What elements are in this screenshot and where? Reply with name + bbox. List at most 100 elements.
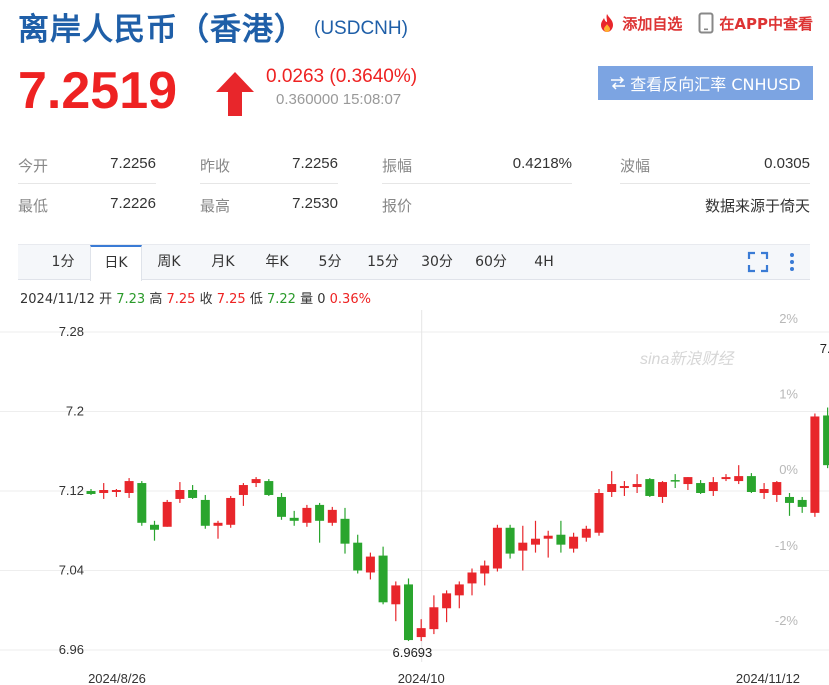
candle-body xyxy=(721,477,731,480)
candle-body xyxy=(124,481,134,493)
candle-body xyxy=(480,565,490,574)
candle-body xyxy=(86,491,96,494)
candle-body xyxy=(416,628,426,638)
y-tick-label: 6.96 xyxy=(59,642,84,657)
amplitude-label: 振幅 xyxy=(382,157,413,175)
tab-monthly[interactable]: 月K xyxy=(200,245,246,280)
add-watchlist-button[interactable]: 添加自选 xyxy=(597,13,682,34)
header: 离岸人民币（香港） (USDCNH) 添加自选 在APP中查看 xyxy=(18,4,813,48)
y-tick-label: 7.12 xyxy=(59,483,84,498)
candle-body xyxy=(619,486,629,489)
open-in-app-button[interactable]: 在APP中查看 xyxy=(698,12,813,34)
period-tabs: 1分 日K 周K 月K 年K 5分 15分 30分 60分 4H xyxy=(18,244,810,281)
candle-body xyxy=(200,499,210,526)
ohlc-info: 2024/11/12 开 7.23 高 7.25 收 7.25 低 7.22 量… xyxy=(20,288,371,307)
candle-body xyxy=(823,415,829,466)
tab-5min[interactable]: 5分 xyxy=(308,245,352,280)
tab-4h[interactable]: 4H xyxy=(522,245,566,280)
low-value: 7.2226 xyxy=(110,195,156,212)
pct-tick-label: -2% xyxy=(775,613,799,628)
tab-weekly[interactable]: 周K xyxy=(146,245,192,280)
tab-60min[interactable]: 60分 xyxy=(468,245,514,280)
fullscreen-icon[interactable] xyxy=(747,251,769,273)
more-options-icon[interactable] xyxy=(782,251,802,273)
last-price: 7.2519 xyxy=(18,62,178,120)
candle-body xyxy=(251,479,261,484)
page-title: 离岸人民币（香港） xyxy=(18,12,306,48)
open-label: 今开 xyxy=(18,157,49,175)
x-tick-label: 2024/8/26 xyxy=(88,671,146,685)
divider xyxy=(620,183,810,184)
candle-body xyxy=(150,524,159,530)
ohlc-pct: 0.36% xyxy=(329,292,371,307)
candle-body xyxy=(645,479,655,496)
candle-body xyxy=(696,483,706,493)
candle-body xyxy=(99,490,109,493)
candle-body xyxy=(391,585,401,605)
candle-body xyxy=(404,584,413,641)
range-value: 0.0305 xyxy=(764,155,810,172)
candle-body xyxy=(454,584,464,596)
candle-body xyxy=(581,528,591,538)
ohlc-date: 2024/11/12 xyxy=(20,292,95,307)
stats-row: 今开 7.2256 昨收 7.2256 振幅 0.4218% 波幅 0.0305 xyxy=(18,146,810,184)
quote-subline: 0.360000 15:08:07 xyxy=(276,91,401,108)
candle-body xyxy=(315,504,325,521)
divider xyxy=(18,183,156,184)
candle-body xyxy=(175,490,185,499)
candle-body xyxy=(365,556,375,573)
flame-icon xyxy=(601,14,614,32)
candle-body xyxy=(162,501,172,527)
sub-value: 0.360000 xyxy=(276,91,339,108)
candle-body xyxy=(683,477,693,485)
prev-close-value: 7.2256 xyxy=(292,155,338,172)
candle-body xyxy=(785,496,794,503)
ohlc-open: 7.23 xyxy=(116,292,146,307)
high-value: 7.2530 xyxy=(292,195,338,212)
candle-body xyxy=(353,542,363,571)
prev-close-label: 昨收 xyxy=(200,157,231,175)
tab-daily[interactable]: 日K xyxy=(90,245,142,281)
candle-body xyxy=(670,480,680,482)
reverse-rate-button[interactable]: 查看反向汇率 CNHUSD xyxy=(598,66,813,100)
pct-tick-label: 1% xyxy=(779,387,798,402)
y-tick-label: 7.04 xyxy=(59,563,84,578)
y-tick-label: 7.2 xyxy=(66,404,84,419)
ohlc-high: 7.25 xyxy=(166,292,196,307)
ohlc-open-label: 开 xyxy=(99,292,113,307)
amplitude-value: 0.4218% xyxy=(512,155,572,172)
tab-1min[interactable]: 1分 xyxy=(40,245,86,280)
data-source: 数据来源于倚天 xyxy=(704,197,810,215)
watermark: sina新浪财经 xyxy=(640,350,735,368)
candle-body xyxy=(531,538,540,545)
candle-body xyxy=(632,484,642,488)
candle-body xyxy=(569,536,579,549)
ohlc-close-label: 收 xyxy=(199,292,213,307)
candle-body xyxy=(708,482,718,491)
candle-body xyxy=(759,489,769,493)
price-row: 7.2519 0.0263 (0.3640%) 0.360000 15:08:0… xyxy=(18,62,813,122)
candle-body xyxy=(518,542,528,551)
quote-stats: 今开 7.2256 昨收 7.2256 振幅 0.4218% 波幅 0.0305… xyxy=(18,146,810,226)
candle-body xyxy=(277,496,286,517)
candlestick-chart[interactable]: 7.28 7.2 7.12 7.04 6.96 2% 1% 0% -1% -2% sina新浪财经 7… xyxy=(0,310,829,685)
candle-body xyxy=(797,499,807,507)
x-tick-label: 2024/10 xyxy=(398,671,445,685)
tab-30min[interactable]: 30分 xyxy=(414,245,460,280)
candle-body xyxy=(556,534,566,545)
low-label: 最低 xyxy=(18,197,49,215)
candle-body xyxy=(226,497,236,525)
candle-body xyxy=(442,593,452,609)
ohlc-vol: 0 xyxy=(317,292,326,307)
ohlc-vol-label: 量 xyxy=(300,292,314,307)
range-label: 波幅 xyxy=(620,157,651,175)
candle-body xyxy=(188,490,198,498)
tab-15min[interactable]: 15分 xyxy=(360,245,406,280)
high-label: 最高 xyxy=(200,197,231,215)
candle-body xyxy=(658,482,667,497)
candle-body xyxy=(137,483,147,523)
x-tick-label: 2024/11/12 xyxy=(736,671,800,685)
tab-yearly[interactable]: 年K xyxy=(254,245,300,280)
candle-body xyxy=(429,607,439,630)
candle-body xyxy=(772,482,782,495)
